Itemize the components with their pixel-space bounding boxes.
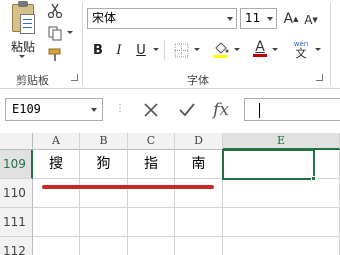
phonetic-dropdown-icon[interactable] <box>315 48 321 51</box>
cell-b111[interactable] <box>80 208 128 237</box>
cell-e111[interactable] <box>223 208 340 237</box>
cell-b110[interactable] <box>80 179 128 208</box>
paste-dropdown-icon[interactable] <box>19 55 25 58</box>
cell-b112[interactable] <box>80 237 128 255</box>
font-name-box[interactable]: 宋体 <box>87 8 237 29</box>
copy-icon[interactable] <box>45 24 65 42</box>
phonetic-guide-button[interactable]: wén 文 <box>288 40 314 62</box>
copy-dropdown-icon[interactable] <box>67 31 73 34</box>
cell-c111[interactable] <box>128 208 175 237</box>
insert-function-button[interactable]: fx <box>208 98 234 121</box>
borders-dropdown-icon[interactable] <box>194 48 200 51</box>
formula-bar-resize-handle[interactable]: ⋮ <box>115 103 125 114</box>
name-box[interactable]: E109 <box>5 98 103 121</box>
cell-d110[interactable] <box>175 179 223 208</box>
row-header-109[interactable]: 109 <box>0 150 33 179</box>
cell-d112[interactable] <box>175 237 223 255</box>
column-header-a[interactable]: A <box>33 133 80 150</box>
column-header-b[interactable]: B <box>80 133 128 150</box>
cell-a110[interactable] <box>33 179 80 208</box>
cell-c112[interactable] <box>128 237 175 255</box>
cell-c109[interactable]: 指 <box>128 150 175 179</box>
italic-button[interactable]: I <box>111 40 127 60</box>
cancel-x-icon[interactable] <box>138 98 164 121</box>
font-size-box[interactable]: 11 <box>240 8 277 29</box>
cell-b109[interactable]: 狗 <box>80 150 128 179</box>
annotation-underline <box>42 185 214 189</box>
text-caret <box>259 103 260 118</box>
select-all-corner[interactable] <box>0 133 33 150</box>
underline-button[interactable]: U <box>133 40 149 60</box>
cell-e112[interactable] <box>223 237 340 255</box>
column-header-e[interactable]: E <box>223 133 340 150</box>
cell-d109[interactable]: 南 <box>175 150 223 179</box>
grow-font-button[interactable]: A ▲ <box>281 10 301 28</box>
font-color-swatch <box>253 53 267 57</box>
row-header-110[interactable]: 110 <box>0 179 33 208</box>
shrink-font-button[interactable]: A ▼ <box>301 11 321 29</box>
chevron-down-icon <box>227 17 233 21</box>
cell-d111[interactable] <box>175 208 223 237</box>
font-name-value: 宋体 <box>92 11 117 25</box>
ribbon: 粘贴 剪贴板 宋体 11 A ▲ A ▼ B I U A wén 文 字体 <box>0 0 340 90</box>
paste-label: 粘贴 <box>11 40 36 54</box>
font-size-value: 11 <box>245 11 261 25</box>
cell-a109[interactable]: 搜 <box>33 150 80 179</box>
cell-e110[interactable] <box>223 179 340 208</box>
scissors-icon[interactable] <box>45 2 65 20</box>
clipboard-launcher-icon[interactable] <box>71 74 78 81</box>
checkmark-icon[interactable] <box>174 98 200 121</box>
cell-c110[interactable] <box>128 179 175 208</box>
bold-button[interactable]: B <box>90 40 106 60</box>
cell-a112[interactable] <box>33 237 80 255</box>
column-header-d[interactable]: D <box>175 133 223 150</box>
formula-input[interactable] <box>244 98 340 121</box>
cell-a111[interactable] <box>33 208 80 237</box>
chevron-down-icon <box>91 108 97 112</box>
format-painter-icon[interactable] <box>45 46 65 64</box>
formula-bar: E109 ⋮ fx <box>0 98 340 124</box>
row-header-111[interactable]: 111 <box>0 208 33 237</box>
fill-color-dropdown-icon[interactable] <box>234 48 240 51</box>
font-color-dropdown-icon[interactable] <box>272 48 278 51</box>
active-cell-border[interactable] <box>222 149 315 180</box>
fill-handle[interactable] <box>311 176 316 181</box>
underline-dropdown-icon[interactable] <box>153 48 159 51</box>
worksheet-grid: A B C D E 109 搜 狗 指 南 110 111 112 <box>0 133 340 255</box>
font-group-label: 字体 <box>187 74 209 87</box>
borders-icon[interactable] <box>171 41 191 59</box>
font-color-button[interactable]: A <box>250 39 270 57</box>
chevron-down-icon <box>267 17 273 21</box>
font-launcher-icon[interactable] <box>316 74 323 81</box>
fill-color-icon[interactable] <box>211 40 231 58</box>
clipboard-group-label: 剪贴板 <box>16 74 49 87</box>
column-header-c[interactable]: C <box>128 133 175 150</box>
row-header-112[interactable]: 112 <box>0 237 33 255</box>
